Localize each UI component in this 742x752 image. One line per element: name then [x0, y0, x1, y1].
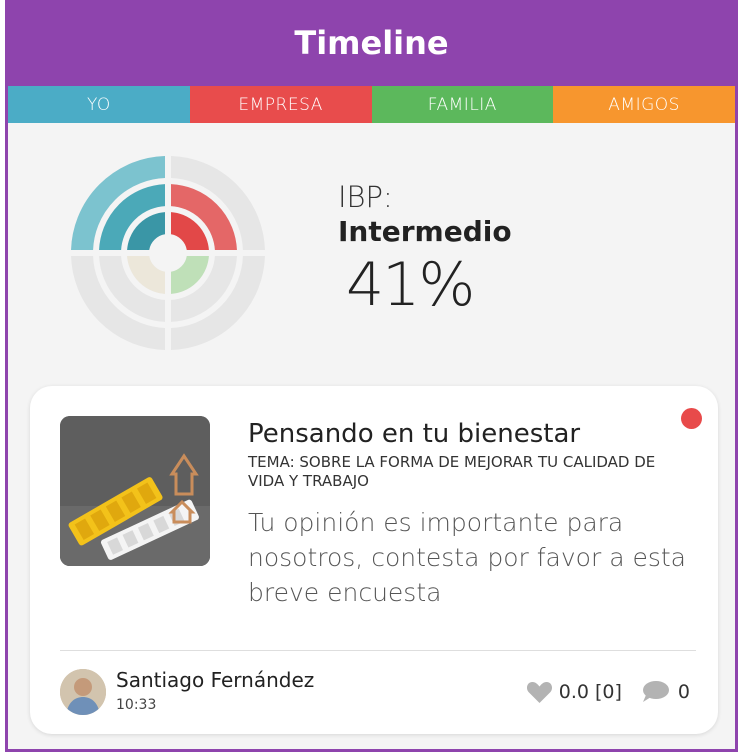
header-bar: Timeline	[8, 0, 735, 86]
comment-icon[interactable]	[640, 680, 670, 704]
tab-yo[interactable]: YO	[8, 86, 190, 123]
ibp-percent: 41%	[346, 250, 475, 320]
app-frame: Timeline YO EMPRESA FAMILIA AMIGOS IBP: …	[5, 0, 738, 752]
tab-empresa[interactable]: EMPRESA	[189, 86, 372, 123]
post-author[interactable]: Santiago Fernández	[116, 668, 314, 692]
tab-amigos[interactable]: AMIGOS	[553, 86, 735, 123]
post-card[interactable]: Pensando en tu bienestar TEMA: SOBRE LA …	[30, 386, 718, 734]
card-divider	[60, 650, 696, 651]
post-thumbnail	[60, 416, 210, 566]
post-time: 10:33	[116, 697, 157, 713]
heart-icon[interactable]	[526, 680, 553, 704]
category-tabs: YO EMPRESA FAMILIA AMIGOS	[8, 86, 735, 123]
likes-count: 0.0 [0]	[558, 681, 622, 703]
post-stats: 0.0 [0] 0	[526, 680, 690, 704]
comments-count: 0	[677, 681, 690, 703]
page-title: Timeline	[294, 24, 449, 62]
happy-welcome-image	[60, 416, 210, 566]
post-title: Pensando en tu bienestar	[248, 419, 581, 449]
unread-indicator	[681, 408, 702, 429]
avatar[interactable]	[60, 669, 106, 715]
post-body: Tu opinión es importante para nosotros, …	[248, 508, 686, 607]
ibp-label: IBP:	[338, 180, 393, 214]
post-topic: TEMA: SOBRE LA FORMA DE MEJORAR TU CALID…	[248, 453, 656, 490]
wellbeing-ring-chart	[68, 153, 268, 353]
ibp-summary: IBP: Intermedio 41%	[338, 180, 658, 320]
user-avatar-icon	[60, 669, 106, 715]
wellbeing-ring-icon	[71, 156, 265, 350]
ibp-level: Intermedio	[338, 215, 512, 248]
tab-familia[interactable]: FAMILIA	[371, 86, 554, 123]
